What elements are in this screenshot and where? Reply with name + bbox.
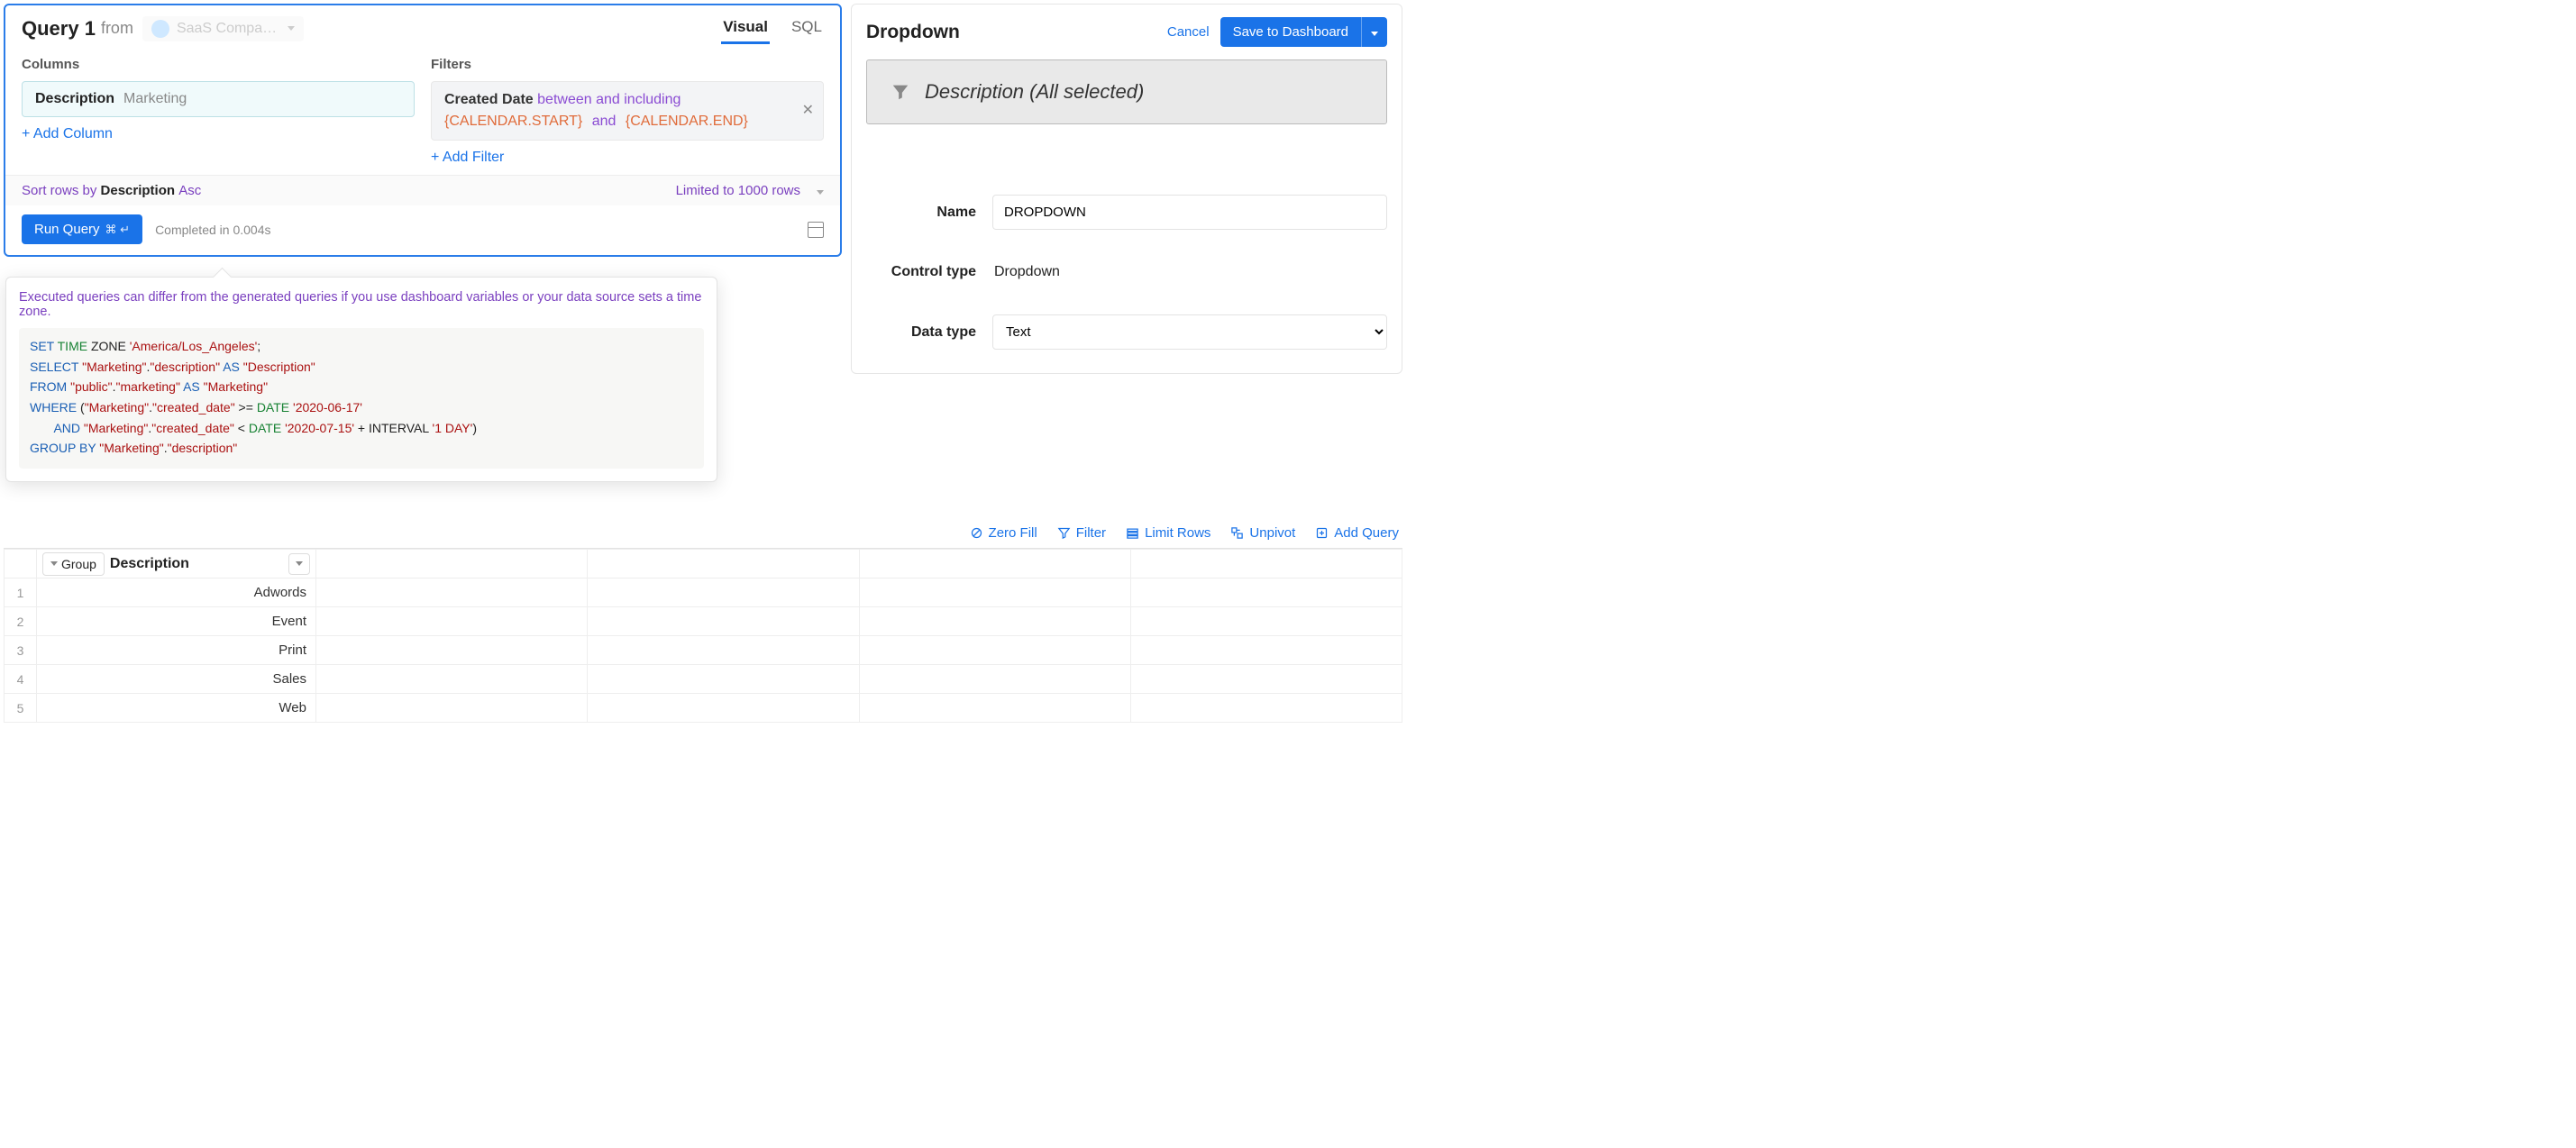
row-index: 2 bbox=[5, 607, 37, 636]
filter-var-end: {CALENDAR.END} bbox=[626, 114, 748, 129]
chevron-down-icon bbox=[1371, 32, 1378, 36]
data-type-select[interactable]: Text bbox=[992, 314, 1387, 350]
sql-tooltip: Executed queries can differ from the gen… bbox=[5, 277, 717, 482]
data-type-label: Data type bbox=[866, 324, 992, 341]
cancel-button[interactable]: Cancel bbox=[1167, 24, 1210, 40]
unpivot-button[interactable]: Unpivot bbox=[1230, 525, 1295, 541]
save-to-dashboard-button[interactable]: Save to Dashboard bbox=[1220, 17, 1361, 47]
row-limit[interactable]: Limited to 1000 rows bbox=[676, 183, 800, 198]
sort-prefix: Sort rows by bbox=[22, 183, 96, 198]
tab-sql[interactable]: SQL bbox=[790, 13, 824, 44]
tab-visual[interactable]: Visual bbox=[721, 13, 770, 44]
control-type-label: Control type bbox=[866, 264, 992, 280]
preview-text: Description (All selected) bbox=[925, 80, 1144, 104]
chevron-down-icon bbox=[288, 26, 295, 31]
from-label: from bbox=[101, 19, 133, 38]
panel-title: Dropdown bbox=[866, 22, 960, 43]
control-preview[interactable]: Description (All selected) bbox=[866, 59, 1387, 124]
empty-col bbox=[316, 550, 588, 579]
filter-remove-icon[interactable]: ✕ bbox=[802, 100, 814, 122]
column-chip[interactable]: Description Marketing bbox=[22, 81, 415, 117]
results-toolbar: Zero Fill Filter Limit Rows Unpivot Add … bbox=[4, 520, 1402, 548]
sort-row[interactable]: Sort rows by Description Asc Limited to … bbox=[5, 175, 840, 205]
table-row[interactable]: 4 Sales bbox=[5, 665, 1402, 694]
sort-column: Description bbox=[101, 183, 176, 198]
add-column-button[interactable]: + Add Column bbox=[22, 126, 113, 142]
name-input[interactable] bbox=[992, 195, 1387, 230]
datasource-icon bbox=[151, 20, 169, 38]
column-header-label: Description bbox=[110, 556, 288, 572]
sql-code: SET TIME ZONE 'America/Los_Angeles'; SEL… bbox=[19, 328, 704, 469]
empty-col bbox=[588, 550, 859, 579]
run-query-button[interactable]: Run Query ⌘ ↵ bbox=[22, 214, 142, 244]
dropdown-config-panel: Dropdown Cancel Save to Dashboard Descri… bbox=[851, 4, 1402, 374]
run-shortcut: ⌘ ↵ bbox=[105, 223, 131, 237]
plus-icon bbox=[1315, 526, 1329, 540]
filter-icon bbox=[1057, 526, 1071, 540]
control-type-value: Dropdown bbox=[992, 257, 1062, 287]
unpivot-icon bbox=[1230, 526, 1244, 540]
query-panel: Query 1 from SaaS Compa… Visual SQL Colu… bbox=[4, 4, 842, 257]
cell-description: Print bbox=[37, 636, 316, 665]
add-query-button[interactable]: Add Query bbox=[1315, 525, 1399, 541]
datasource-name: SaaS Compa… bbox=[177, 21, 277, 37]
query-status: Completed in 0.004s bbox=[155, 223, 270, 237]
table-row[interactable]: 5 Web bbox=[5, 694, 1402, 723]
limit-rows-button[interactable]: Limit Rows bbox=[1126, 525, 1210, 541]
filter-icon bbox=[891, 82, 910, 102]
empty-col bbox=[859, 550, 1130, 579]
sort-direction: Asc bbox=[178, 183, 201, 198]
cell-description: Web bbox=[37, 694, 316, 723]
save-dropdown-button[interactable] bbox=[1361, 17, 1387, 47]
columns-title: Columns bbox=[22, 57, 415, 72]
table-row[interactable]: 2 Event bbox=[5, 607, 1402, 636]
row-index: 1 bbox=[5, 579, 37, 607]
row-index-header bbox=[5, 550, 37, 579]
filter-button[interactable]: Filter bbox=[1057, 525, 1106, 541]
table-row[interactable]: 3 Print bbox=[5, 636, 1402, 665]
row-index: 5 bbox=[5, 694, 37, 723]
chevron-down-icon bbox=[296, 561, 303, 566]
empty-col bbox=[1130, 550, 1402, 579]
query-title: Query 1 bbox=[22, 17, 96, 41]
filter-chip[interactable]: Created Date between and including {CALE… bbox=[431, 81, 824, 141]
row-index: 4 bbox=[5, 665, 37, 694]
chevron-down-icon[interactable] bbox=[817, 183, 824, 198]
filter-field: Created Date bbox=[444, 92, 534, 107]
cell-description: Event bbox=[37, 607, 316, 636]
cell-description: Sales bbox=[37, 665, 316, 694]
column-sort-button[interactable] bbox=[288, 553, 310, 575]
filter-operator: between and including bbox=[537, 92, 681, 107]
group-toggle-button[interactable]: Group bbox=[42, 552, 105, 576]
filter-var-start: {CALENDAR.START} bbox=[444, 114, 582, 129]
datasource-selector[interactable]: SaaS Compa… bbox=[142, 16, 304, 41]
rows-icon bbox=[1126, 526, 1139, 540]
zero-fill-button[interactable]: Zero Fill bbox=[970, 525, 1037, 541]
results-table: Group Description 1 Adwords 2 Event 3 Pr… bbox=[4, 548, 1402, 723]
row-index: 3 bbox=[5, 636, 37, 665]
zero-fill-icon bbox=[970, 526, 983, 540]
column-chip-name: Description bbox=[35, 91, 114, 107]
sql-note: Executed queries can differ from the gen… bbox=[19, 290, 704, 319]
table-row[interactable]: 1 Adwords bbox=[5, 579, 1402, 607]
table-view-icon[interactable] bbox=[808, 222, 824, 238]
chevron-down-icon bbox=[50, 561, 58, 566]
name-label: Name bbox=[866, 205, 992, 221]
column-chip-sub: Marketing bbox=[123, 91, 187, 107]
run-query-label: Run Query bbox=[34, 222, 100, 237]
cell-description: Adwords bbox=[37, 579, 316, 607]
filters-title: Filters bbox=[431, 57, 824, 72]
column-header-description: Group Description bbox=[37, 550, 316, 579]
add-filter-button[interactable]: + Add Filter bbox=[431, 150, 504, 166]
filter-and: and bbox=[592, 114, 617, 129]
